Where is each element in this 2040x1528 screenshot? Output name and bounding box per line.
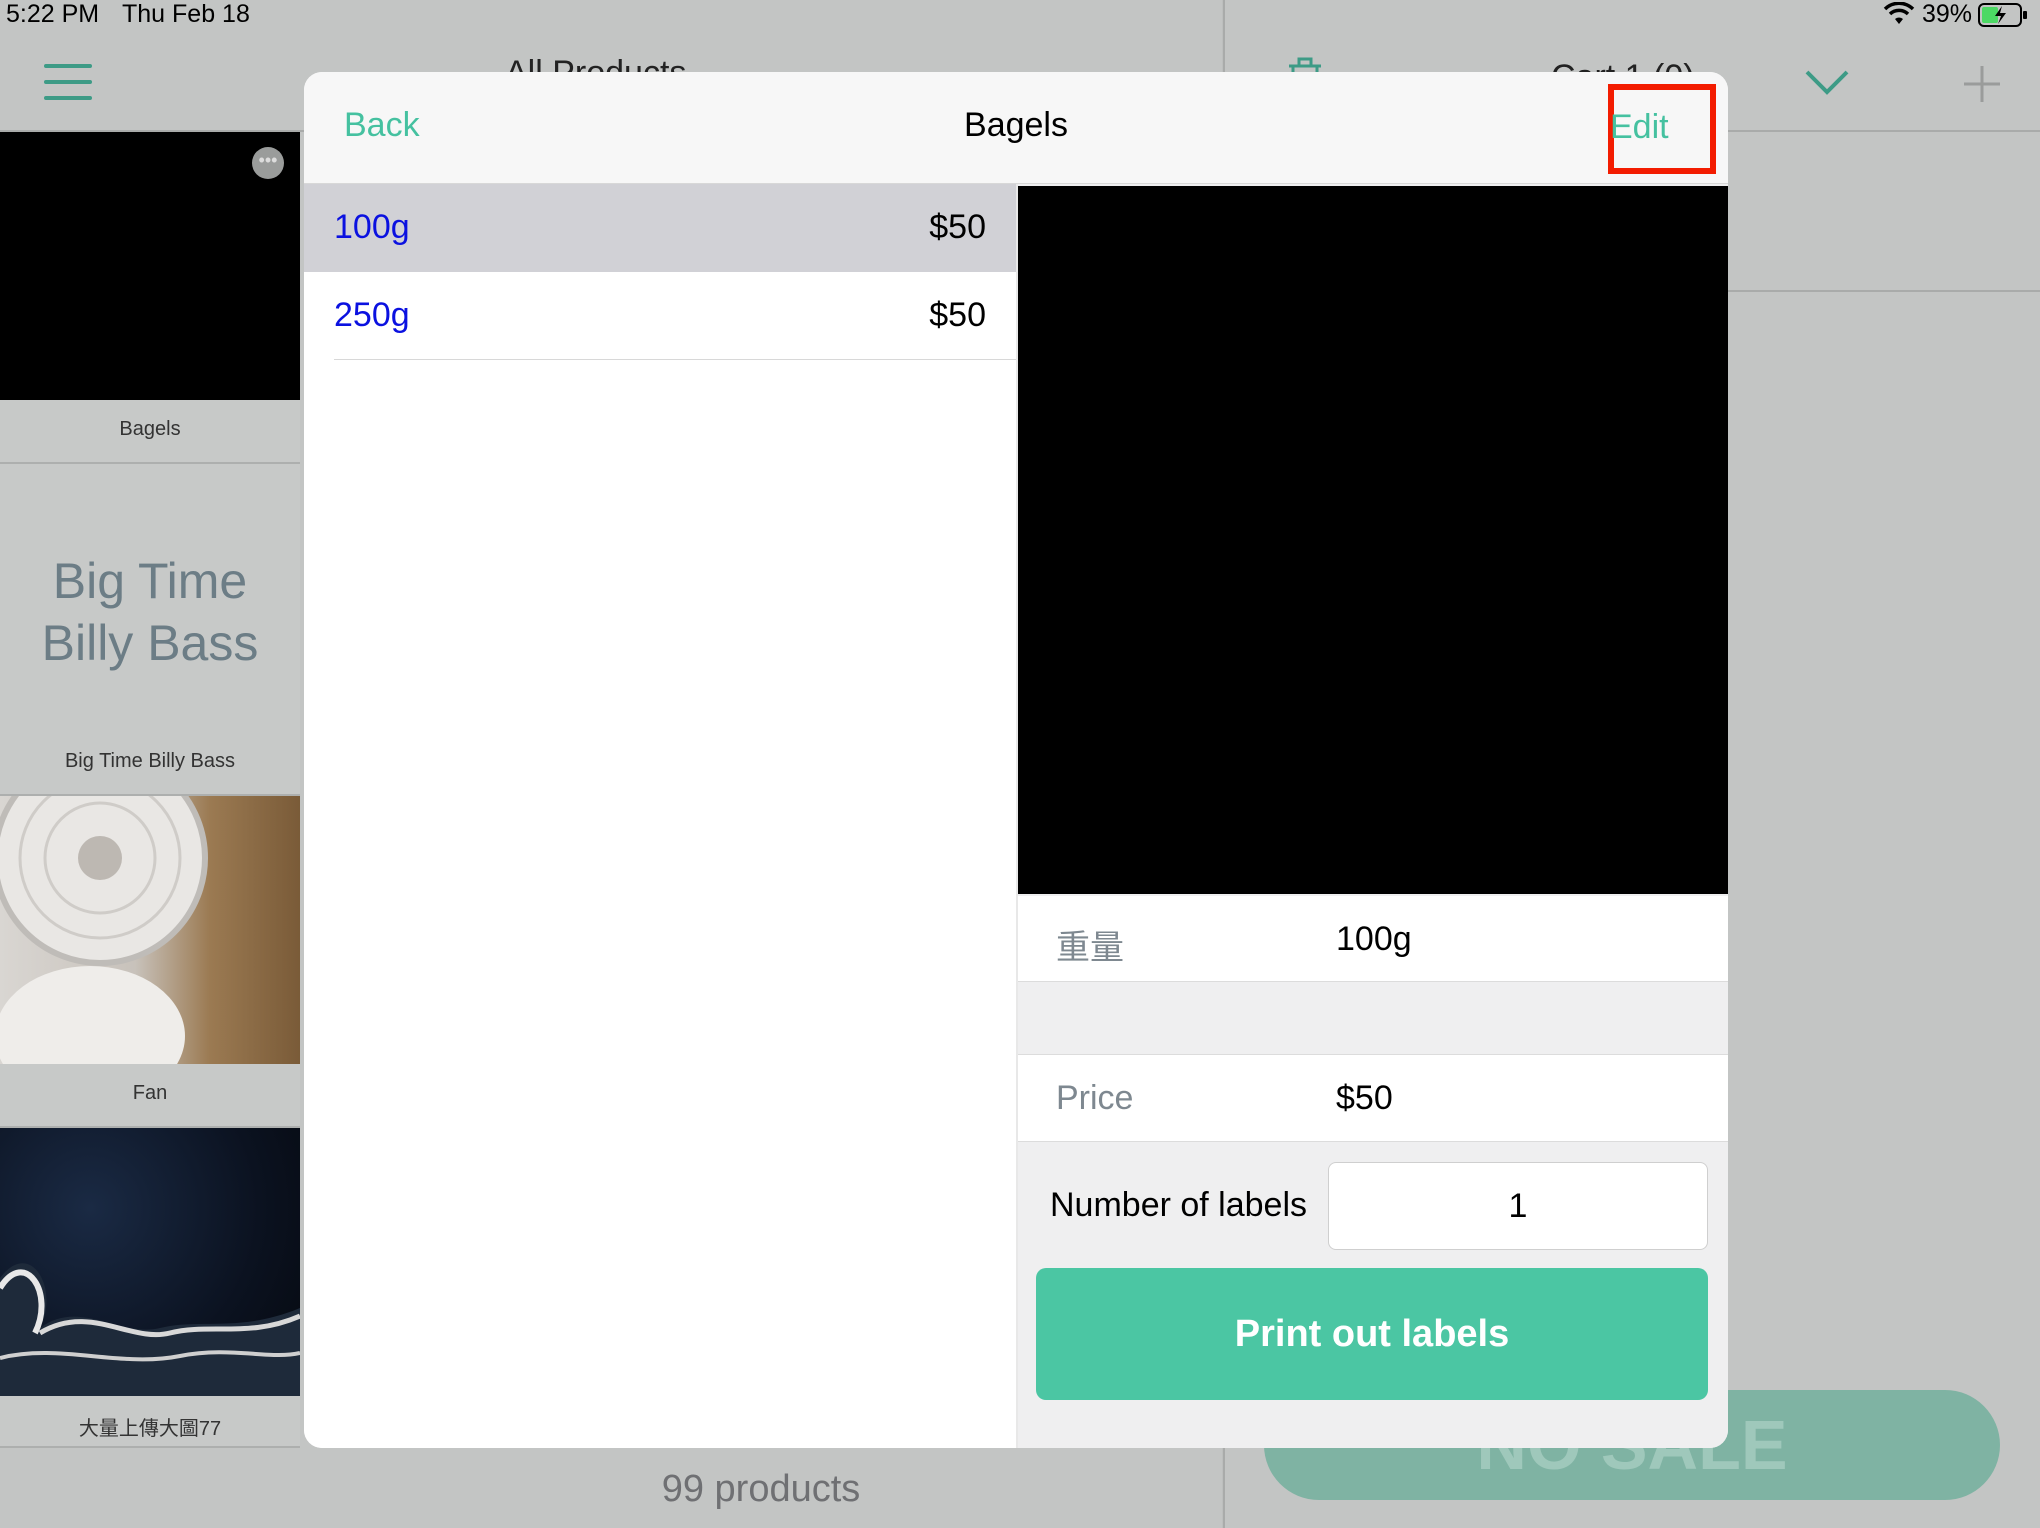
modal-title: Bagels <box>964 106 1068 144</box>
weight-value: 100g <box>1336 920 1412 958</box>
print-labels-button[interactable]: Print out labels <box>1036 1268 1708 1400</box>
number-of-labels-input[interactable] <box>1328 1162 1708 1250</box>
product-placeholder-name: Big Time Billy Bass <box>41 553 259 671</box>
variant-detail-pane: 重量 100g Price $50 Number of labels Print… <box>1018 184 1728 1448</box>
weight-label: 重量 <box>1056 929 1124 967</box>
battery-percent: 39% <box>1922 0 1973 28</box>
variant-price: $50 <box>929 296 986 334</box>
wifi-icon <box>1883 2 1915 24</box>
chevron-down-icon[interactable] <box>1803 64 1851 100</box>
variant-name: 250g <box>334 296 410 334</box>
fan-photo-icon <box>0 796 208 1064</box>
price-row: Price $50 <box>1018 1054 1728 1142</box>
variant-row-100g[interactable]: 100g $50 <box>304 184 1016 272</box>
product-tile-label: 大量上傳大圖77 <box>78 1418 222 1440</box>
more-options-icon[interactable]: ••• <box>252 147 284 179</box>
product-thumbnail <box>0 1128 300 1396</box>
product-variants-modal: Back Bagels Edit 100g $50 250g $50 重量 10… <box>304 72 1728 1448</box>
product-tile-label: Big Time Billy Bass <box>64 750 236 772</box>
battery-charging-icon <box>1978 3 2027 27</box>
product-tile-wave[interactable]: 大量上傳大圖77 <box>0 1128 300 1448</box>
variant-name: 100g <box>334 208 410 246</box>
product-tile-label: Bagels <box>119 418 181 440</box>
hamburger-menu-icon[interactable] <box>44 64 92 100</box>
product-count: 99 products <box>661 1468 861 1510</box>
price-label: Price <box>1056 1079 1134 1117</box>
modal-header: Back Bagels Edit <box>304 72 1728 184</box>
status-time: 5:22 PM <box>6 0 100 28</box>
price-value: $50 <box>1336 1079 1393 1117</box>
product-tile-bagels[interactable]: ••• Bagels <box>0 132 300 464</box>
weight-row: 重量 100g <box>1018 896 1728 982</box>
plus-icon[interactable] <box>1962 64 2002 104</box>
variant-row-250g[interactable]: 250g $50 <box>304 272 1016 360</box>
number-of-labels-label: Number of labels <box>1050 1186 1308 1224</box>
product-tile-billy-bass[interactable]: Big Time Billy Bass Big Time Billy Bass <box>0 464 300 796</box>
wave-artwork-icon <box>0 1263 300 1396</box>
status-date: Thu Feb 18 <box>122 0 250 28</box>
product-tile-label: Fan <box>132 1082 168 1104</box>
product-image <box>1018 186 1728 894</box>
product-thumbnail <box>0 796 300 1064</box>
edit-button[interactable]: Edit <box>1610 108 1669 147</box>
variant-price: $50 <box>929 208 986 246</box>
product-tile-fan[interactable]: Fan <box>0 796 300 1128</box>
status-bar: 5:22 PM Thu Feb 18 39% <box>0 0 2040 34</box>
variant-list: 100g $50 250g $50 <box>304 184 1016 1448</box>
